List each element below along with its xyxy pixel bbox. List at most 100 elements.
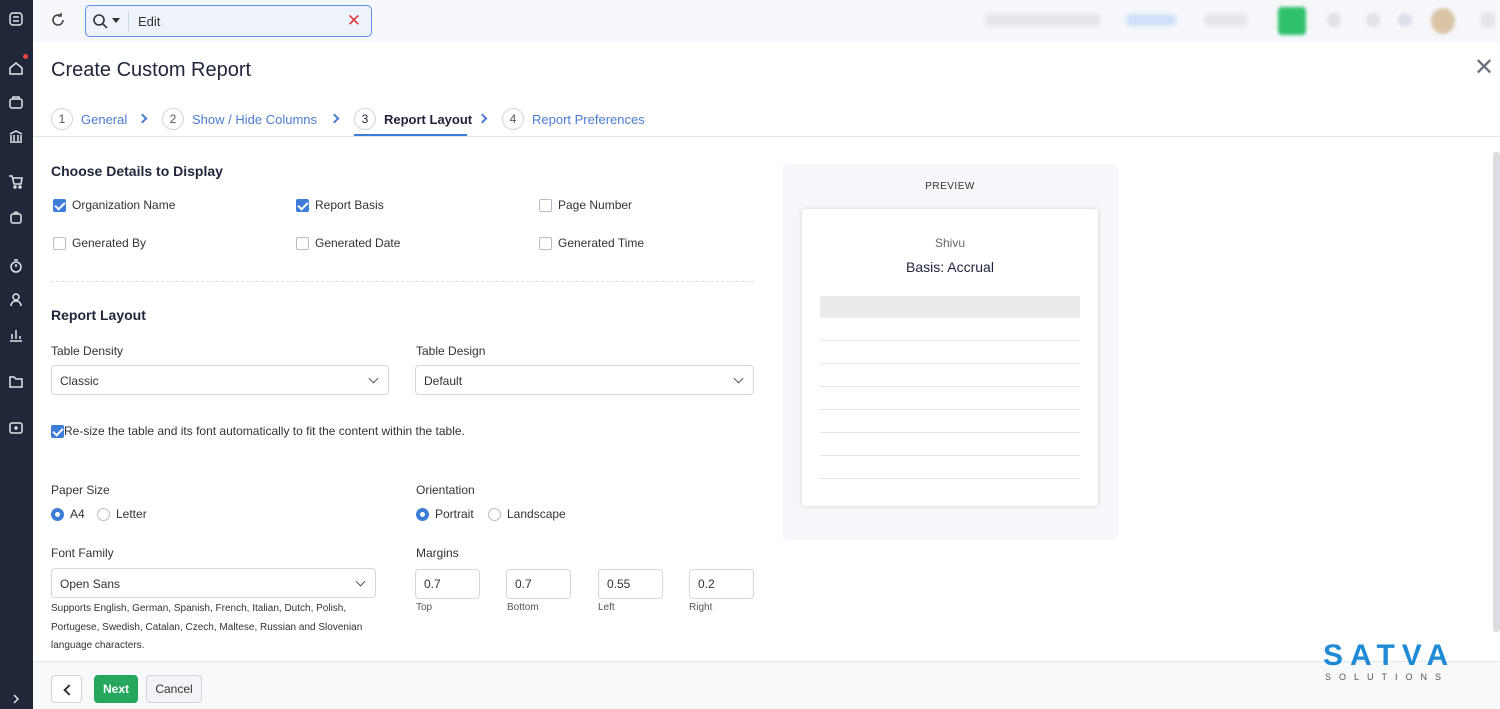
- orientation-label: Orientation: [416, 483, 475, 497]
- preview-table-row: [820, 478, 1080, 479]
- margin-top-input[interactable]: 0.7: [415, 569, 480, 599]
- radio-circle[interactable]: [97, 507, 110, 521]
- scrollbar[interactable]: [1493, 152, 1500, 632]
- accountant-icon[interactable]: [7, 291, 25, 309]
- apps-grid-icon[interactable]: [1481, 13, 1495, 27]
- apps-icon[interactable]: [7, 419, 25, 437]
- radio-portrait[interactable]: Portrait: [416, 507, 474, 521]
- cancel-button[interactable]: Cancel: [146, 675, 202, 703]
- step-show-hide-columns[interactable]: 2 Show / Hide Columns: [162, 107, 317, 131]
- font-support-help: Supports English, German, Spanish, Frenc…: [51, 603, 363, 651]
- preview-table-row: [820, 340, 1080, 341]
- close-icon[interactable]: ✕: [1474, 56, 1494, 80]
- checkbox-report-basis[interactable]: Report Basis: [296, 198, 384, 212]
- margin-right-input[interactable]: 0.2: [689, 569, 754, 599]
- search-scope-caret-icon[interactable]: [112, 18, 120, 23]
- margin-bottom-caption: Bottom: [507, 602, 539, 613]
- reports-icon[interactable]: [7, 326, 25, 344]
- step-report-preferences[interactable]: 4 Report Preferences: [502, 107, 645, 131]
- chevron-right-icon: [477, 113, 488, 124]
- preview-table-row: [820, 409, 1080, 410]
- chevron-down-icon: [355, 576, 366, 587]
- preview-table-row: [820, 432, 1080, 433]
- radio-a4[interactable]: A4: [51, 507, 85, 521]
- app-sidebar: [0, 0, 33, 709]
- radio-landscape[interactable]: Landscape: [488, 507, 566, 521]
- font-family-select[interactable]: Open Sans: [51, 568, 376, 598]
- dialog-footer: [33, 661, 1500, 709]
- checkbox-box[interactable]: [296, 198, 309, 212]
- margins-label: Margins: [416, 546, 459, 560]
- preview-panel: PREVIEW Shivu Basis: Accrual: [782, 164, 1118, 540]
- preview-table-row: [820, 363, 1080, 364]
- preview-org-name: Shivu: [934, 236, 966, 250]
- search-input[interactable]: Edit: [138, 14, 160, 29]
- satva-logo: SATVA SOLUTIONS: [1323, 639, 1456, 683]
- time-tracking-icon[interactable]: [7, 257, 25, 275]
- checkbox-generated-by[interactable]: Generated By: [53, 236, 146, 250]
- table-design-label: Table Design: [416, 344, 486, 358]
- table-density-label: Table Density: [51, 344, 124, 358]
- radio-circle[interactable]: [416, 507, 429, 521]
- step-report-layout[interactable]: 3 Report Layout: [354, 107, 472, 131]
- margin-bottom-input[interactable]: 0.7: [506, 569, 571, 599]
- quick-create-button[interactable]: [1278, 7, 1306, 35]
- app-logo-icon[interactable]: [7, 10, 25, 28]
- search-box[interactable]: Edit ✕: [85, 5, 372, 37]
- radio-circle[interactable]: [51, 507, 64, 521]
- next-button[interactable]: Next: [94, 675, 138, 703]
- org-name-blurred: [985, 14, 1100, 26]
- margin-left-input[interactable]: 0.55: [598, 569, 663, 599]
- preview-title: PREVIEW: [925, 181, 975, 192]
- notification-dot: [22, 53, 29, 60]
- table-design-select[interactable]: Default: [415, 365, 754, 395]
- checkbox-organization-name[interactable]: Organization Name: [53, 198, 175, 212]
- chevron-down-icon: [368, 373, 379, 384]
- checkbox-box[interactable]: [51, 424, 64, 438]
- chevron-right-icon: [137, 113, 148, 124]
- margin-right-caption: Right: [689, 602, 713, 613]
- documents-folder-icon[interactable]: [7, 372, 25, 390]
- margin-top-caption: Top: [416, 602, 433, 613]
- refresh-icon[interactable]: [49, 11, 67, 29]
- checkbox-box[interactable]: [539, 236, 552, 250]
- settings-icon[interactable]: [1366, 13, 1380, 27]
- table-density-select[interactable]: Classic: [51, 365, 389, 395]
- chevron-down-icon: [733, 373, 744, 384]
- checkbox-generated-time[interactable]: Generated Time: [539, 236, 644, 250]
- font-family-label: Font Family: [51, 546, 114, 560]
- preview-table-row: [820, 455, 1080, 456]
- top-bar: Edit ✕: [33, 0, 1500, 42]
- items-icon[interactable]: [7, 93, 25, 111]
- banking-icon[interactable]: [7, 127, 25, 145]
- preview-paper: Shivu Basis: Accrual: [802, 209, 1098, 506]
- checkbox-box[interactable]: [539, 198, 552, 212]
- step-general[interactable]: 1 General: [51, 107, 127, 131]
- back-button[interactable]: [51, 675, 82, 703]
- section-divider: [51, 281, 754, 282]
- notifications-icon[interactable]: [1327, 13, 1341, 27]
- preview-table-row: [820, 386, 1080, 387]
- help-icon[interactable]: [1398, 13, 1412, 27]
- search-icon[interactable]: [92, 13, 108, 29]
- checkbox-box[interactable]: [53, 198, 66, 212]
- sales-cart-icon[interactable]: [7, 173, 25, 191]
- checkbox-auto-resize[interactable]: Re-size the table and its font automatic…: [51, 424, 465, 438]
- preview-basis: Basis: Accrual: [906, 259, 994, 275]
- checkbox-generated-date[interactable]: Generated Date: [296, 236, 400, 250]
- paper-size-label: Paper Size: [51, 483, 110, 497]
- expand-sidebar-icon[interactable]: [7, 690, 25, 708]
- purchases-bag-icon[interactable]: [7, 208, 25, 226]
- clear-search-icon[interactable]: ✕: [347, 11, 361, 31]
- avatar[interactable]: [1431, 8, 1455, 34]
- menu-blurred[interactable]: [1205, 14, 1247, 26]
- radio-circle[interactable]: [488, 507, 501, 521]
- checkbox-box[interactable]: [53, 236, 66, 250]
- radio-letter[interactable]: Letter: [97, 507, 147, 521]
- home-icon[interactable]: [7, 59, 25, 77]
- link-blurred[interactable]: [1126, 14, 1176, 26]
- dialog-title: Create Custom Report: [51, 59, 252, 81]
- layout-section-title: Report Layout: [51, 307, 146, 323]
- checkbox-page-number[interactable]: Page Number: [539, 198, 632, 212]
- checkbox-box[interactable]: [296, 236, 309, 250]
